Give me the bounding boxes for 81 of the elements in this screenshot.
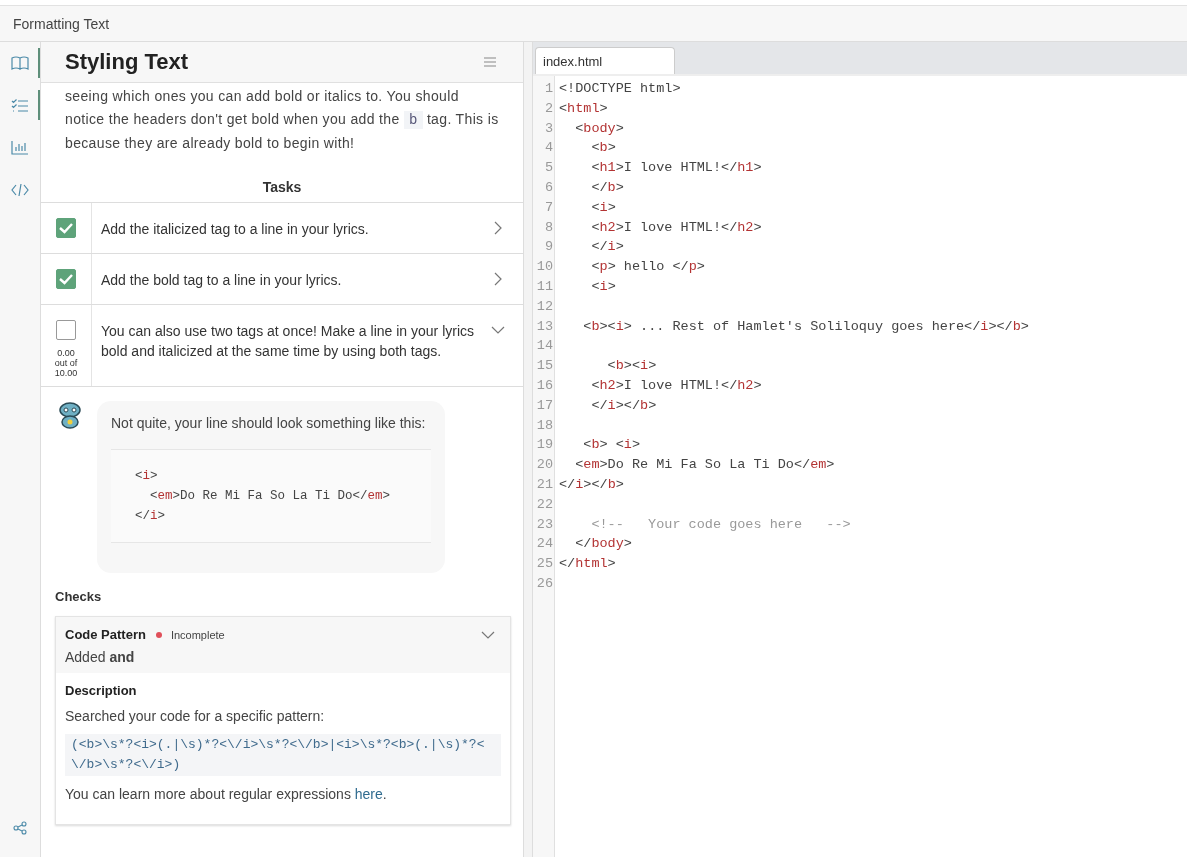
checklist-icon[interactable] (10, 96, 30, 114)
code-line: </i> (590, 238, 624, 257)
line-number: 4 (543, 139, 553, 158)
line-number: 17 (535, 396, 553, 415)
line-number: 8 (543, 218, 553, 237)
line-number: 13 (535, 317, 553, 336)
line-number: 20 (535, 456, 553, 475)
status-label: Incomplete (170, 628, 225, 641)
line-number: 7 (543, 198, 553, 217)
task-row[interactable]: 0.00 out of 10.00 You can also use two tags at once! Make a line in your lyrics bold and italicized at the same time by using both tags. (41, 305, 523, 387)
share-icon[interactable] (13, 821, 27, 835)
menu-icon[interactable] (483, 56, 497, 68)
code-line: </html> (559, 555, 616, 574)
code-line: <h2>I love HTML!</h2> (590, 218, 762, 237)
score-text: out of (54, 358, 78, 368)
score-text: 0.00 (56, 348, 76, 358)
panel-title: Styling Text (65, 49, 189, 75)
instruction-text: seeing which ones you can add bold or italics to. You should notice the headers don't get bold when you add the b tag. This is because they are already bold to begin with! (65, 87, 500, 153)
score-text: 10.00 (54, 368, 78, 378)
line-number: 12 (535, 297, 553, 316)
checkbox[interactable] (56, 269, 76, 289)
line-number: 9 (543, 238, 553, 257)
check-name: Code Pattern (65, 627, 146, 642)
code-line: <h2>I love HTML!</h2> (590, 376, 762, 395)
tasks-heading: Tasks (41, 155, 523, 203)
code-line: <p> hello </p> (590, 258, 705, 277)
status-dot (155, 631, 162, 638)
task-row[interactable]: Add the italicized tag to a line in your lyrics. (41, 203, 523, 254)
line-number: 24 (535, 535, 553, 554)
here-link[interactable]: here (354, 786, 383, 802)
file-tab[interactable]: index.html (535, 47, 675, 74)
code-line: <em>Do Re Mi Fa So La Ti Do</em> (574, 456, 835, 475)
line-number: 26 (535, 574, 553, 593)
learn-more-text: You can learn more about regular expressions here. (65, 786, 388, 802)
line-number: 21 (535, 475, 553, 494)
line-number: 23 (535, 515, 553, 534)
line-number: 3 (543, 119, 553, 138)
code-line: <b> (590, 139, 616, 158)
task-text: Add the bold tag to a line in your lyrics. (100, 271, 343, 290)
code-line: <i> (590, 198, 616, 217)
code-line: </b> (590, 179, 624, 197)
regex-pattern: (<b>\s*?<i>(.|\s)*?<\/i>\s*?<\/b>|<i>\s*?<b>(.|\s)*?<\/b>\s*?<\/i>) (65, 734, 501, 776)
description-heading: Description (65, 683, 138, 698)
code-line: <!-- Your code goes here --> (590, 515, 851, 534)
line-number: 10 (535, 258, 553, 277)
line-number: 19 (535, 436, 553, 455)
code-line: </i></b> (590, 396, 657, 415)
code-line: <b> <i> (582, 436, 641, 455)
line-number: 18 (535, 416, 553, 435)
checks-heading: Checks (54, 588, 103, 606)
code-sample: <i> <em>Do Re Mi Fa So La Ti Do</em> </i> (111, 449, 431, 543)
bar-chart-icon[interactable] (10, 138, 30, 156)
line-number: 16 (535, 376, 553, 395)
book-icon[interactable] (10, 54, 30, 72)
line-number: 22 (535, 495, 553, 514)
description-text: Searched your code for a specific pattern: (65, 708, 326, 724)
code-line: <!DOCTYPE html> (559, 80, 681, 98)
code-line: <h1>I love HTML!</h1> (590, 159, 762, 178)
line-number: 6 (543, 179, 553, 197)
task-text: Add the italicized tag to a line in your lyrics. (100, 220, 370, 239)
code-line: <b><i> (606, 357, 657, 376)
window-title: Formatting Text (13, 15, 110, 32)
code-line: </i></b> (559, 475, 624, 494)
code-line: </body> (574, 535, 632, 554)
code-line: <b><i> ... Rest of Hamlet's Soliloquy goes here</i></b> (582, 317, 1029, 336)
line-number: 14 (535, 337, 553, 356)
task-text: You can also use two tags at once! Make a line in your lyrics bold and italicized at the same time by using both tags. (100, 322, 476, 361)
code-line: <body> (574, 119, 624, 138)
code-line: <i> (590, 277, 616, 296)
line-number: 15 (535, 357, 553, 376)
line-number: 5 (543, 159, 553, 178)
task-row[interactable]: Add the bold tag to a line in your lyrics. (41, 254, 523, 305)
checkbox[interactable] (56, 218, 76, 238)
code-line: <html> (559, 99, 608, 118)
line-number: 1 (543, 80, 553, 98)
feedback-text: Not quite, your line should look something like this: (111, 415, 427, 431)
check-summary: Added and (65, 649, 136, 665)
line-number: 11 (535, 277, 553, 296)
line-number: 25 (535, 555, 553, 574)
checkbox[interactable] (56, 320, 76, 340)
line-number: 2 (543, 99, 553, 118)
